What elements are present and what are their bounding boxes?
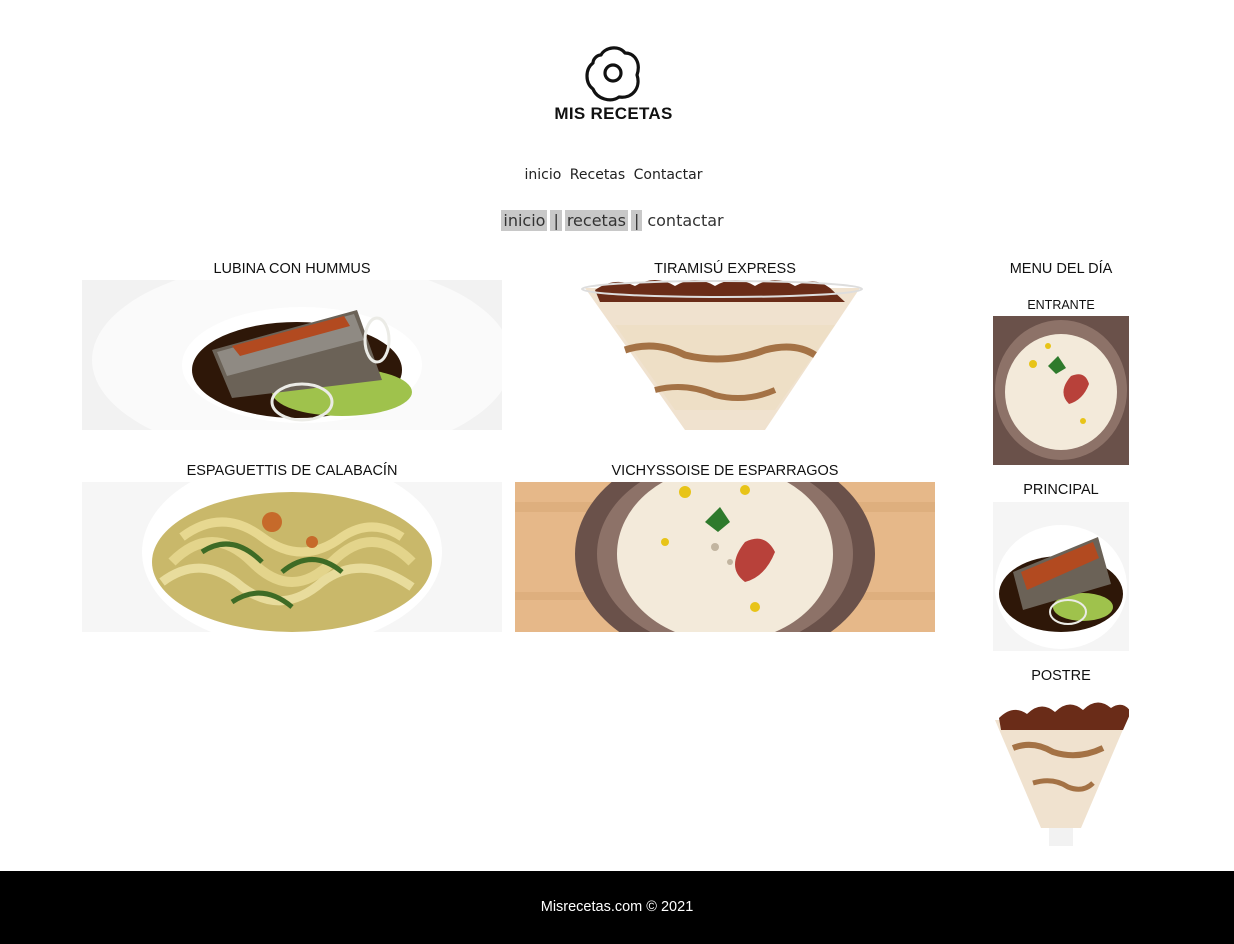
- header: MIS RECETAS: [0, 0, 1234, 160]
- fish-dish-image[interactable]: [82, 280, 502, 430]
- recipe-card[interactable]: TIRAMISÚ EXPRESS: [515, 258, 935, 430]
- vichyssoise-image[interactable]: [515, 482, 935, 632]
- recipe-title[interactable]: TIRAMISÚ EXPRESS: [515, 258, 935, 280]
- footer: Misrecetas.com © 2021: [0, 871, 1234, 944]
- main-course-image[interactable]: [993, 502, 1129, 651]
- recipe-title[interactable]: ESPAGUETTIS DE CALABACÍN: [82, 460, 502, 482]
- dessert-image[interactable]: [993, 688, 1129, 846]
- nav-separator: |: [550, 210, 562, 231]
- menu-starter-label: ENTRANTE: [1027, 298, 1095, 312]
- primary-nav: inicio Recetas Contactar: [0, 167, 1227, 183]
- secondary-nav: inicio | recetas | contactar: [0, 210, 1227, 231]
- nav2-link-recetas[interactable]: recetas: [564, 210, 628, 231]
- tiramisu-image[interactable]: [515, 280, 935, 430]
- brand-name: MIS RECETAS: [554, 104, 673, 123]
- recipe-title[interactable]: VICHYSSOISE DE ESPARRAGOS: [515, 460, 935, 482]
- recipe-card[interactable]: ESPAGUETTIS DE CALABACÍN: [82, 460, 502, 632]
- zucchini-spaghetti-image[interactable]: [82, 482, 502, 632]
- nav-link-inicio[interactable]: inicio: [525, 167, 562, 183]
- recipe-title[interactable]: LUBINA CON HUMMUS: [82, 258, 502, 280]
- nav-separator: |: [630, 210, 643, 231]
- nav-link-recetas[interactable]: Recetas: [570, 167, 625, 183]
- footer-copyright: Misrecetas.com © 2021: [540, 899, 694, 915]
- recipe-card[interactable]: LUBINA CON HUMMUS: [82, 258, 502, 430]
- menu-dessert-label: POSTRE: [1031, 668, 1091, 684]
- starter-image[interactable]: [993, 316, 1129, 465]
- daily-menu-title: MENU DEL DÍA: [1009, 261, 1113, 277]
- fried-egg-icon[interactable]: [583, 45, 643, 103]
- daily-menu: MENU DEL DÍA ENTRANTE PRINCIPAL POSTRE: [993, 258, 1129, 846]
- recipe-card[interactable]: VICHYSSOISE DE ESPARRAGOS: [515, 460, 935, 632]
- nav-link-contactar[interactable]: Contactar: [634, 167, 703, 183]
- nav2-link-contactar[interactable]: contactar: [645, 210, 725, 231]
- menu-main-label: PRINCIPAL: [1023, 482, 1099, 498]
- nav2-link-inicio[interactable]: inicio: [501, 210, 548, 231]
